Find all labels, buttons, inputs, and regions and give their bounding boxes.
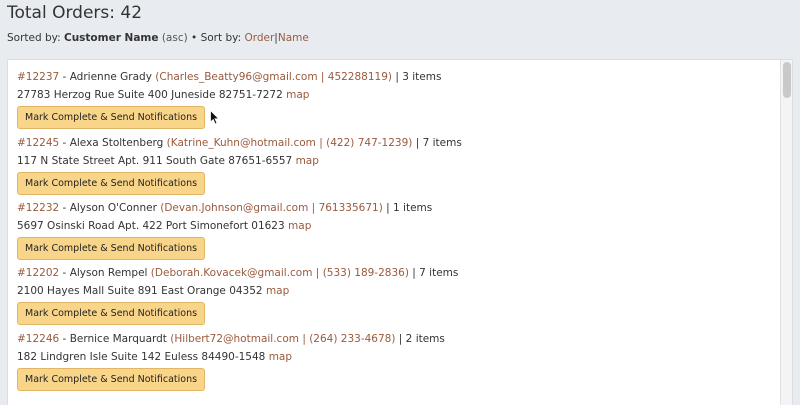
- sort-direction: (asc): [161, 32, 188, 44]
- mark-complete-button[interactable]: Mark Complete & Send Notifications: [17, 237, 206, 260]
- map-link[interactable]: map: [266, 285, 289, 297]
- scrollbar-thumb[interactable]: [783, 62, 791, 98]
- item-count: 7 items: [419, 267, 459, 279]
- scrollbar[interactable]: [780, 60, 792, 405]
- order-address-line: 5697 Osinski Road Apt. 422 Port Simonefo…: [17, 220, 311, 232]
- order-summary: #12202 - Alyson Rempel (Deborah.Kovacek@…: [17, 267, 459, 279]
- customer-phone-link[interactable]: 452288119: [328, 71, 388, 83]
- sort-bar: Sorted by: Customer Name (asc) • Sort by…: [7, 32, 309, 44]
- shipping-address: 27783 Herzog Rue Suite 400 Juneside 8275…: [17, 89, 283, 101]
- shipping-address: 117 N State Street Apt. 911 South Gate 8…: [17, 155, 293, 167]
- order-address-line: 2100 Hayes Mall Suite 891 East Orange 04…: [17, 285, 289, 297]
- orders-panel: #12237 - Adrienne Grady (Charles_Beatty9…: [7, 59, 793, 405]
- order-summary: #12237 - Adrienne Grady (Charles_Beatty9…: [17, 71, 442, 83]
- sort-by-name-link[interactable]: Name: [278, 32, 309, 44]
- customer-email-link[interactable]: Devan.Johnson@gmail.com: [164, 202, 308, 214]
- customer-name: Alexa Stoltenberg: [69, 137, 164, 149]
- mark-complete-button[interactable]: Mark Complete & Send Notifications: [17, 106, 206, 129]
- order-address-line: 117 N State Street Apt. 911 South Gate 8…: [17, 155, 319, 167]
- customer-email-link[interactable]: Deborah.Kovacek@gmail.com: [155, 267, 313, 279]
- customer-name: Bernice Marquardt: [69, 333, 167, 345]
- customer-phone-link[interactable]: (422) 747-1239: [326, 137, 408, 149]
- shipping-address: 182 Lindgren Isle Suite 142 Euless 84490…: [17, 351, 266, 363]
- sort-by-order-link[interactable]: Order: [244, 32, 274, 44]
- map-link[interactable]: map: [296, 155, 319, 167]
- mouse-pointer-icon: [210, 109, 220, 129]
- order-address-line: 27783 Herzog Rue Suite 400 Juneside 8275…: [17, 89, 309, 101]
- page-header: Total Orders: 42 Sorted by: Customer Nam…: [7, 0, 800, 58]
- order-address-line: 182 Lindgren Isle Suite 142 Euless 84490…: [17, 351, 292, 363]
- item-count: 7 items: [422, 137, 462, 149]
- item-count: 1 items: [393, 202, 433, 214]
- customer-name: Alyson Rempel: [69, 267, 148, 279]
- sort-by-label: Sort by:: [200, 32, 242, 44]
- order-summary: #12232 - Alyson O'Conner (Devan.Johnson@…: [17, 202, 433, 214]
- order-id-link[interactable]: #12237: [17, 71, 59, 83]
- customer-name: Alyson O'Conner: [69, 202, 157, 214]
- item-count: 2 items: [405, 333, 445, 345]
- mark-complete-button[interactable]: Mark Complete & Send Notifications: [17, 302, 206, 325]
- order-id-link[interactable]: #12202: [17, 267, 59, 279]
- mark-complete-button[interactable]: Mark Complete & Send Notifications: [17, 368, 206, 391]
- sort-field: Customer Name: [63, 32, 159, 44]
- item-count: 3 items: [402, 71, 442, 83]
- map-link[interactable]: map: [269, 351, 292, 363]
- order-summary: #12245 - Alexa Stoltenberg (Katrine_Kuhn…: [17, 137, 462, 149]
- customer-phone-link[interactable]: (533) 189-2836: [323, 267, 405, 279]
- customer-email-link[interactable]: Charles_Beatty96@gmail.com: [159, 71, 317, 83]
- customer-name: Adrienne Grady: [69, 71, 152, 83]
- map-link[interactable]: map: [288, 220, 311, 232]
- order-id-link[interactable]: #12246: [17, 333, 59, 345]
- shipping-address: 2100 Hayes Mall Suite 891 East Orange 04…: [17, 285, 263, 297]
- sorted-by-label: Sorted by:: [7, 32, 61, 44]
- sort-separator: •: [191, 32, 198, 44]
- customer-phone-link[interactable]: (264) 233-4678: [309, 333, 391, 345]
- shipping-address: 5697 Osinski Road Apt. 422 Port Simonefo…: [17, 220, 285, 232]
- customer-phone-link[interactable]: 761335671: [319, 202, 379, 214]
- customer-email-link[interactable]: Katrine_Kuhn@hotmail.com: [171, 137, 316, 149]
- customer-email-link[interactable]: Hilbert72@hotmail.com: [174, 333, 299, 345]
- order-id-link[interactable]: #12232: [17, 202, 59, 214]
- map-link[interactable]: map: [286, 89, 309, 101]
- mark-complete-button[interactable]: Mark Complete & Send Notifications: [17, 172, 206, 195]
- order-summary: #12246 - Bernice Marquardt (Hilbert72@ho…: [17, 333, 445, 345]
- order-id-link[interactable]: #12245: [17, 137, 59, 149]
- page-title: Total Orders: 42: [7, 3, 143, 23]
